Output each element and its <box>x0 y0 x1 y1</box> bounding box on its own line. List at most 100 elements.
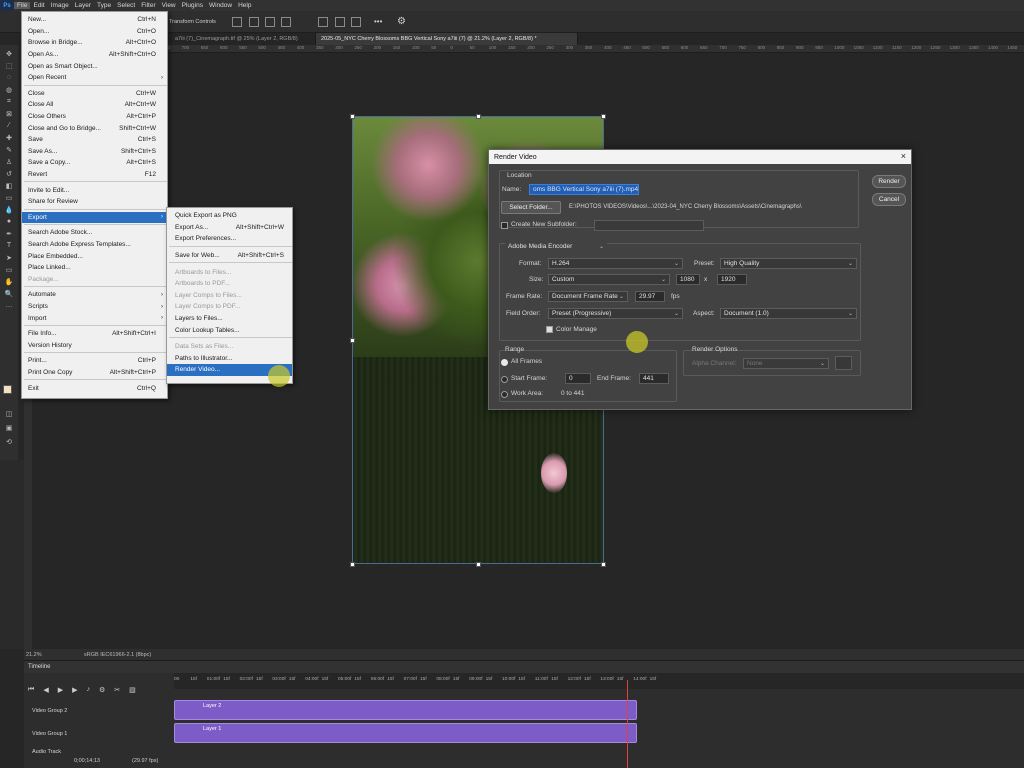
export-menu-item[interactable]: Layer Comps to PDF... <box>167 301 292 313</box>
transform-handle-ml[interactable] <box>350 338 355 343</box>
transform-handle-bl[interactable] <box>350 562 355 567</box>
file-menu-item[interactable]: Scripts › <box>22 301 167 313</box>
menu-type[interactable]: Type <box>94 2 114 9</box>
timeline-ruler[interactable]: 00 15f 01:00f 15f 02:00f 15f 03:00f 15f 04:00f 15… <box>174 673 1024 689</box>
screen-mode-icon[interactable]: ▣ <box>4 423 14 432</box>
transform-handle-br[interactable] <box>601 562 606 567</box>
align-top-icon[interactable] <box>281 17 291 27</box>
frame-tool-icon[interactable]: ⊠ <box>4 109 14 118</box>
menu-image[interactable]: Image <box>48 2 72 9</box>
blur-tool-icon[interactable]: 💧 <box>4 205 14 214</box>
export-menu-item[interactable]: Artboards to PDF... <box>167 278 292 290</box>
export-menu-item[interactable]: Export As... Alt+Shift+Ctrl+W <box>167 222 292 234</box>
file-menu-item[interactable]: New... Ctrl+N <box>22 14 167 26</box>
transform-handle-tl[interactable] <box>350 114 355 119</box>
render-button[interactable]: Render <box>872 175 906 188</box>
transform-handle-bc[interactable] <box>476 562 481 567</box>
menu-window[interactable]: Window <box>206 2 235 9</box>
transition-icon[interactable]: ▧ <box>129 686 136 694</box>
field-order-select[interactable]: Preset (Progressive) ⌄ <box>548 308 683 319</box>
file-menu-item[interactable]: Open as Smart Object... <box>22 60 167 72</box>
dodge-tool-icon[interactable]: ● <box>4 217 14 226</box>
height-input[interactable]: 1920 <box>717 274 747 285</box>
export-menu-item[interactable]: Artboards to Files... <box>167 266 292 278</box>
export-menu-item[interactable]: Layer Comps to Files... <box>167 290 292 302</box>
shape-tool-icon[interactable]: ▭ <box>4 265 14 274</box>
gradient-tool-icon[interactable]: ▭ <box>4 193 14 202</box>
file-menu-item[interactable]: Print One Copy Alt+Shift+Ctrl+P <box>22 367 167 379</box>
subfolder-input[interactable] <box>594 220 704 231</box>
export-menu-item[interactable]: Color Lookup Tables... <box>167 324 292 336</box>
encoder-select[interactable]: Adobe Media Encoder ⌄ <box>505 241 607 252</box>
file-menu-item[interactable]: Search Adobe Stock... <box>22 227 167 239</box>
file-menu-item[interactable]: Close Others Alt+Ctrl+P <box>22 111 167 123</box>
start-frame-input[interactable]: 0 <box>565 373 591 384</box>
file-menu-item[interactable]: Import › <box>22 312 167 324</box>
eraser-tool-icon[interactable]: ◧ <box>4 181 14 190</box>
file-menu-item[interactable]: Save Ctrl+S <box>22 134 167 146</box>
transform-handle-tc[interactable] <box>476 114 481 119</box>
layer-1-clip[interactable]: Layer 1 <box>174 723 637 743</box>
start-frame-radio[interactable] <box>501 376 508 383</box>
file-menu-item[interactable]: Save a Copy... Alt+Ctrl+S <box>22 157 167 169</box>
tab-cinemagraph[interactable]: a7iii (7)_Cinemagraph.tif @ 25% (Layer 2… <box>170 33 316 45</box>
transform-handle-tr[interactable] <box>601 114 606 119</box>
create-subfolder-checkbox[interactable] <box>501 222 508 229</box>
menu-layer[interactable]: Layer <box>72 2 94 9</box>
work-area-radio[interactable] <box>501 391 508 398</box>
more-options-icon[interactable]: ••• <box>374 17 382 26</box>
file-menu-item[interactable]: Close Ctrl+W <box>22 88 167 100</box>
split-icon[interactable]: ✂ <box>114 686 120 694</box>
file-menu-item[interactable]: Search Adobe Express Templates... <box>22 239 167 251</box>
eyedropper-icon[interactable]: ⁄ <box>4 121 14 130</box>
color-manage-checkbox[interactable] <box>546 326 553 333</box>
size-select[interactable]: Custom ⌄ <box>548 274 670 285</box>
export-menu-item[interactable]: Save for Web... Alt+Shift+Ctrl+S <box>167 250 292 262</box>
zoom-level[interactable]: 21.2% <box>26 652 66 658</box>
name-input[interactable]: oms BBG Vertical Sony a7iii (7).mp4 <box>529 184 639 195</box>
file-menu-item[interactable]: Revert F12 <box>22 169 167 181</box>
stamp-tool-icon[interactable]: ♙ <box>4 157 14 166</box>
next-frame-icon[interactable]: ▶ <box>72 686 77 694</box>
fps-input[interactable]: 29.97 <box>635 291 665 302</box>
prev-frame-icon[interactable]: ◀ <box>43 686 48 694</box>
menu-help[interactable]: Help <box>235 2 254 9</box>
file-menu-item[interactable]: Close All Alt+Ctrl+W <box>22 99 167 111</box>
path-select-icon[interactable]: ➤ <box>4 253 14 262</box>
first-frame-icon[interactable]: ⏮ <box>28 686 34 694</box>
file-menu-item[interactable]: Version History <box>22 340 167 352</box>
menu-select[interactable]: Select <box>114 2 138 9</box>
file-menu-item[interactable]: Open... Ctrl+O <box>22 26 167 38</box>
play-icon[interactable]: ▶ <box>58 686 63 694</box>
menu-file[interactable]: File <box>14 2 31 9</box>
foreground-color-swatch[interactable] <box>3 385 12 394</box>
lasso-tool-icon[interactable]: ◌ <box>4 73 14 82</box>
file-menu-item[interactable]: Browse in Bridge... Alt+Ctrl+O <box>22 37 167 49</box>
brush-tool-icon[interactable]: ✎ <box>4 145 14 154</box>
tab-cherry-blossoms[interactable]: 2025-05_NYC Cherry Blossoms BBG Vertical… <box>316 33 578 45</box>
align-right-icon[interactable] <box>265 17 275 27</box>
menu-view[interactable]: View <box>159 2 179 9</box>
file-menu-item[interactable]: File Info... Alt+Shift+Ctrl+I <box>22 328 167 340</box>
file-menu-item[interactable]: Export › <box>22 211 167 224</box>
gear-icon[interactable]: ⚙ <box>397 16 406 27</box>
file-menu-item[interactable]: Package... <box>22 274 167 286</box>
quick-mask-icon[interactable]: ◫ <box>4 409 14 418</box>
menu-filter[interactable]: Filter <box>138 2 158 9</box>
healing-brush-icon[interactable]: ✚ <box>4 133 14 142</box>
object-select-icon[interactable]: ◍ <box>4 85 14 94</box>
type-tool-icon[interactable]: T <box>4 241 14 250</box>
settings-icon[interactable]: ⚙ <box>99 686 105 694</box>
export-menu-item[interactable]: Export Preferences... <box>167 233 292 245</box>
history-brush-icon[interactable]: ↺ <box>4 169 14 178</box>
file-menu-item[interactable]: Automate › <box>22 289 167 301</box>
pen-tool-icon[interactable]: ✒ <box>4 229 14 238</box>
move-tool-icon[interactable]: ✥ <box>4 49 14 58</box>
end-frame-input[interactable]: 441 <box>639 373 669 384</box>
menu-edit[interactable]: Edit <box>30 2 47 9</box>
playhead[interactable] <box>627 680 628 768</box>
distribute-middle-icon[interactable] <box>335 17 345 27</box>
file-menu-item[interactable]: Share for Review <box>22 196 167 208</box>
aspect-select[interactable]: Document (1.0) ⌄ <box>720 308 857 319</box>
width-input[interactable]: 1080 <box>676 274 700 285</box>
